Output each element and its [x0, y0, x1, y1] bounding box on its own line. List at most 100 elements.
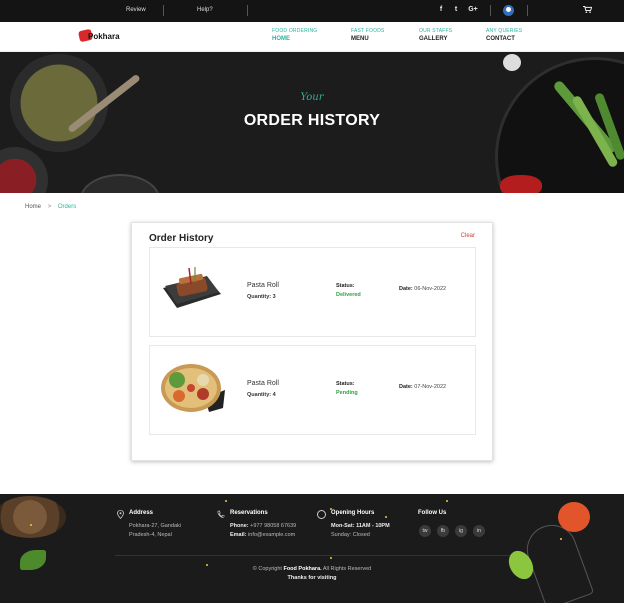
- nav-item-label: HOME: [272, 36, 290, 42]
- nav-item-label: MENU: [351, 36, 369, 42]
- order-date-label: Date:: [399, 384, 413, 390]
- linkedin-icon[interactable]: in: [473, 525, 485, 537]
- clock-icon: [317, 510, 326, 519]
- pasta-roll-image: [163, 267, 221, 308]
- pizza-image: [0, 496, 66, 538]
- nav-item-tagline: ANY QUERIES: [486, 28, 523, 34]
- sparkle: [330, 557, 332, 559]
- footer-address-line: Pradesh-4, Nepal: [129, 532, 172, 538]
- breadcrumb-current: Orders: [57, 204, 77, 210]
- footer: Address Pokhara-27, Gandaki Pradesh-4, N…: [0, 494, 624, 603]
- footer-hours-title: Opening Hours: [331, 510, 375, 516]
- review-link[interactable]: Review: [126, 7, 146, 13]
- footer-email: Email: info@example.com: [230, 531, 296, 540]
- order-item-name: Pasta Roll: [247, 282, 279, 289]
- order-item-name: Pasta Roll: [247, 380, 279, 387]
- footer-address: Address Pokhara-27, Gandaki Pradesh-4, N…: [129, 510, 181, 540]
- google-plus-icon[interactable]: G+: [466, 5, 480, 15]
- copyright-brand: Food Pokhara.: [283, 566, 322, 572]
- copyright-prefix: © Copyright: [252, 566, 282, 572]
- footer-follow: Follow Us: [418, 510, 446, 522]
- divider: [490, 5, 491, 16]
- footer-hours-weekday-label: Mon-Sat:: [331, 523, 355, 529]
- copyright: © Copyright Food Pokhara. All Rights Res…: [0, 566, 624, 572]
- nav-item-label: GALLERY: [419, 36, 448, 42]
- logo-text: Pokhara: [88, 32, 120, 41]
- twitter-icon[interactable]: t: [451, 5, 461, 15]
- order-status-label: Status:: [336, 283, 355, 289]
- pepper-bowl-image: [0, 147, 48, 193]
- hero-subtitle: Your: [300, 92, 324, 103]
- footer-follow-title: Follow Us: [418, 510, 447, 516]
- location-pin-icon: [117, 510, 124, 519]
- breadcrumb-home[interactable]: Home: [25, 204, 41, 210]
- garlic-image: [503, 54, 521, 71]
- footer-email-label: Email:: [230, 532, 247, 538]
- nav-item-contact[interactable]: ANY QUERIES CONTACT: [486, 28, 556, 42]
- order-date-value: 06-Nov-2022: [414, 286, 447, 292]
- pasta-roll-image: [161, 364, 225, 412]
- phone-icon: [217, 510, 225, 518]
- breadcrumb: Home > Orders: [25, 204, 76, 210]
- user-avatar-icon[interactable]: [503, 5, 514, 16]
- nav-item-tagline: OUR STAFFS: [419, 28, 453, 34]
- order-status-value: Pending: [336, 390, 358, 396]
- top-bar: Review Help? f t G+: [0, 0, 624, 22]
- order-date: Date: 07-Nov-2022: [399, 384, 446, 390]
- copyright-suffix: All Rights Reserved: [322, 566, 372, 572]
- footer-phone-value[interactable]: +977 98058 67639: [250, 523, 296, 529]
- clear-button[interactable]: Clear: [461, 233, 475, 239]
- order-item-quantity: Quantity: 3: [247, 294, 276, 300]
- hero-banner: Your ORDER HISTORY: [0, 52, 624, 193]
- nav-item-tagline: FOOD ORDERING: [272, 28, 318, 34]
- nav-item-gallery[interactable]: OUR STAFFS GALLERY: [419, 28, 489, 42]
- order-item: Pasta Roll Quantity: 4 Status: Pending D…: [149, 345, 476, 435]
- order-date-value: 07-Nov-2022: [414, 384, 447, 390]
- bowl-image: [80, 174, 160, 193]
- chevron-right-icon: >: [47, 204, 52, 210]
- nav-item-home[interactable]: FOOD ORDERING HOME: [272, 28, 342, 42]
- order-date: Date: 06-Nov-2022: [399, 286, 446, 292]
- footer-phone: Phone: +977 98058 67639: [230, 522, 296, 531]
- divider: [163, 5, 164, 16]
- order-history-heading: Order History: [149, 233, 214, 244]
- tomato-image: [558, 502, 590, 532]
- nav-item-menu[interactable]: FAST FOODS MENU: [351, 28, 421, 42]
- cart-icon[interactable]: [583, 6, 592, 13]
- instagram-icon[interactable]: ig: [455, 525, 467, 537]
- main-nav: Pokhara FOOD ORDERING HOME FAST FOODS ME…: [0, 22, 624, 52]
- order-history-card: Order History Clear Pasta Roll Quantity:…: [131, 222, 493, 461]
- help-link[interactable]: Help?: [197, 7, 213, 13]
- order-status-value: Delivered: [336, 292, 361, 298]
- order-status-label: Status:: [336, 381, 355, 387]
- order-item: Pasta Roll Quantity: 3 Status: Delivered…: [149, 247, 476, 337]
- divider: [527, 5, 528, 16]
- footer-address-line: Pokhara-27, Gandaki: [129, 523, 181, 529]
- order-date-label: Date:: [399, 286, 413, 292]
- footer-reservations: Reservations Phone: +977 98058 67639 Ema…: [230, 510, 296, 540]
- sparkle: [225, 500, 227, 502]
- footer-hours-weekday: Mon-Sat: 11AM - 10PM: [331, 522, 390, 531]
- facebook-icon[interactable]: fb: [437, 525, 449, 537]
- facebook-icon[interactable]: f: [436, 5, 446, 15]
- sparkle: [446, 500, 448, 502]
- twitter-icon[interactable]: tw: [419, 525, 431, 537]
- divider: [247, 5, 248, 16]
- footer-email-value[interactable]: info@example.com: [248, 532, 295, 538]
- footer-hours: Opening Hours Mon-Sat: 11AM - 10PM Sunda…: [331, 510, 390, 540]
- footer-address-title: Address: [129, 510, 154, 516]
- footer-hours-weekday-value: 11AM - 10PM: [356, 523, 390, 529]
- red-pepper-image: [500, 175, 542, 193]
- hero-title: ORDER HISTORY: [243, 112, 381, 129]
- footer-reservations-title: Reservations: [230, 510, 268, 516]
- nav-item-label: CONTACT: [486, 36, 515, 42]
- sparkle: [30, 524, 32, 526]
- spice-bowl-image: [10, 54, 108, 152]
- footer-hours-sunday: Sunday: Closed: [331, 532, 370, 538]
- footer-phone-label: Phone:: [230, 523, 249, 529]
- thanks-text: Thanks for visiting: [287, 575, 337, 581]
- nav-item-tagline: FAST FOODS: [351, 28, 385, 34]
- order-item-quantity: Quantity: 4: [247, 392, 276, 398]
- footer-divider: [115, 555, 510, 556]
- sparkle: [560, 538, 562, 540]
